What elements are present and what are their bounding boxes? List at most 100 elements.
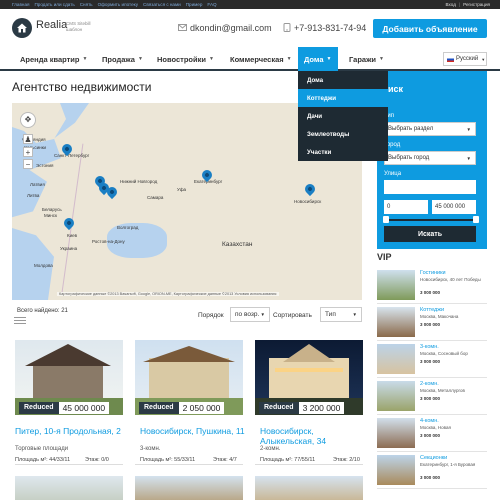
vip-item-name[interactable]: Секционки — [420, 455, 447, 461]
chevron-down-icon: ▼ — [466, 126, 471, 132]
listing-photo[interactable] — [135, 476, 243, 500]
price-slider[interactable] — [386, 219, 476, 221]
nav-item-label: Дома — [304, 54, 324, 64]
listing-photo[interactable]: Reduced 45 000 000 — [15, 340, 123, 415]
vip-thumbnail[interactable] — [377, 344, 415, 374]
logo-subtitle-line2: шаблон — [66, 27, 83, 32]
nav-item-commercial[interactable]: Коммерческая ▼ — [230, 47, 292, 71]
vip-item-name[interactable]: 2-комн. — [420, 381, 439, 387]
street-input[interactable] — [384, 180, 476, 194]
nav-item-sale[interactable]: Продажа ▼ — [102, 47, 143, 71]
map-label: Санкт-Петербург — [54, 153, 90, 158]
zoom-in-button[interactable]: + — [23, 147, 33, 157]
listing-type: 2-комн. — [260, 446, 281, 452]
vip-thumbnail[interactable] — [377, 381, 415, 411]
login-link[interactable]: Вход — [446, 1, 456, 8]
map-label: Минск — [44, 213, 57, 218]
zoom-out-button[interactable]: − — [23, 159, 33, 169]
listing-photo[interactable] — [255, 476, 363, 500]
vip-item[interactable]: 4-комн. Москва, Новая 3 000 000 — [377, 418, 487, 452]
nav-item-garages[interactable]: Гаражи ▼ — [349, 47, 384, 71]
listing-card[interactable]: Reduced 2 050 000 Новосибирск, Пушкина, 1… — [135, 340, 245, 465]
street-label: Улица — [384, 171, 402, 177]
listing-area: Площадь м²: 44/33/11 — [15, 457, 71, 463]
map-pan-icon[interactable]: ✥ — [20, 112, 36, 128]
price-from-input[interactable]: 0 — [384, 200, 428, 214]
vip-item-name[interactable]: Гостиники — [420, 270, 446, 276]
search-button[interactable]: Искать — [384, 226, 476, 242]
price-to-input[interactable]: 45 000 000 — [432, 200, 476, 214]
vip-item[interactable]: 2-комн. Москва, Металлургов 3 000 000 — [377, 381, 487, 415]
listing-card[interactable]: Reduced 3 200 000 Новосибирск, Алыкельска… — [255, 340, 363, 465]
nav-item-rent[interactable]: Аренда квартир ▼ — [20, 47, 87, 71]
chevron-down-icon: ▼ — [379, 56, 384, 62]
logo-subtitle: CMS Sitebill шаблон — [66, 21, 91, 33]
top-link-rent[interactable]: Снять — [80, 1, 93, 8]
vip-item[interactable]: 3-комн. Москва, Сосновый бор 3 000 000 — [377, 344, 487, 378]
listing-card[interactable]: Reduced 45 000 000 Питер, 10-я Продольная… — [15, 340, 123, 465]
vip-item-price: 3 000 000 — [420, 290, 441, 295]
map-pegman-icon[interactable]: ♟ — [23, 134, 33, 144]
listing-title[interactable]: Новосибирск, Пушкина, 11 — [140, 426, 248, 436]
order-value: по возр. — [235, 311, 260, 318]
vip-item-price: 3 000 000 — [420, 359, 441, 364]
vip-item[interactable]: Гостиники Новосибирск, 40 лет Победы 3 0… — [377, 270, 487, 304]
top-link-faq[interactable]: FAQ — [207, 1, 216, 8]
top-link-mortgage[interactable]: Оформить ипотеку — [98, 1, 138, 8]
listing-photo[interactable]: Reduced 2 050 000 — [135, 340, 243, 415]
vip-item-name[interactable]: Коттеджи — [420, 307, 444, 313]
vip-item-address: Москва, Сосновый бор — [420, 351, 468, 356]
map-label: Литва — [27, 193, 40, 198]
logo-house-icon[interactable] — [12, 18, 32, 38]
sort-select[interactable]: Тип ▼ — [320, 307, 362, 322]
contact-email[interactable]: dkondin@gmail.com — [190, 23, 272, 33]
top-link-home[interactable]: Главная — [12, 1, 29, 8]
vip-thumbnail[interactable] — [377, 270, 415, 300]
vip-thumbnail[interactable] — [377, 307, 415, 337]
vip-item-price: 3 000 000 — [420, 322, 441, 327]
chevron-down-icon: ▼ — [286, 56, 292, 62]
contact-phone[interactable]: +7-913-831-74-94 — [294, 23, 366, 33]
vip-thumbnail[interactable] — [377, 455, 415, 485]
page-title: Агентство недвижимости — [12, 80, 152, 94]
vip-item-name[interactable]: 4-комн. — [420, 418, 439, 424]
listing-title[interactable]: Новосибирск, Алыкельская, 34 — [260, 426, 368, 446]
nav-item-newbuild[interactable]: Новостройки ▼ — [157, 47, 214, 71]
price-slider-handle-min[interactable] — [383, 216, 389, 223]
vip-item[interactable]: Коттеджи Москва, Макочана 3 000 000 — [377, 307, 487, 341]
order-select[interactable]: по возр. ▼ — [230, 307, 270, 322]
city-select[interactable]: Выбрать город ▼ — [384, 151, 476, 165]
vip-thumbnail[interactable] — [377, 418, 415, 448]
add-listing-button[interactable]: Добавить объявление — [373, 19, 487, 38]
nav-item-houses[interactable]: Дома ▼ — [298, 47, 338, 71]
nav-item-label: Новостройки — [157, 54, 206, 64]
dropdown-item-houses[interactable]: Дома — [298, 71, 388, 89]
vip-item-address: Москва, Новая — [420, 425, 451, 430]
list-view-icon[interactable] — [14, 316, 26, 324]
top-link-example[interactable]: Пример — [186, 1, 203, 8]
chevron-down-icon: ▼ — [352, 312, 357, 317]
vip-item-name[interactable]: 3-комн. — [420, 344, 439, 350]
dropdown-item-cottages[interactable]: Коттеджи — [298, 89, 388, 107]
map-label: Молдова — [34, 263, 53, 268]
language-select[interactable]: Русский ▼ — [443, 52, 487, 66]
price-slider-handle-max[interactable] — [473, 216, 479, 223]
top-link-contact[interactable]: Связаться с нами — [143, 1, 181, 8]
dropdown-item-dachas[interactable]: Дачи — [298, 107, 388, 125]
dropdown-item-land[interactable]: Землеотводы — [298, 125, 388, 143]
listing-photo[interactable] — [15, 476, 123, 500]
chevron-down-icon: ▼ — [137, 56, 143, 62]
logo-name[interactable]: Realia — [36, 19, 67, 31]
listing-photo[interactable]: Reduced 3 200 000 — [255, 340, 363, 415]
top-link-sell[interactable]: Продать или сдать — [34, 1, 74, 8]
phone-icon — [282, 23, 291, 32]
register-link[interactable]: Регистрация — [463, 1, 490, 8]
auth-links: Вход | Регистрация — [446, 1, 490, 8]
order-label: Порядок — [198, 312, 224, 319]
type-select[interactable]: Выбрать раздел ▼ — [384, 122, 476, 136]
dropdown-item-plots[interactable]: Участки — [298, 143, 388, 161]
listing-title[interactable]: Питер, 10-я Продольная, 2 — [15, 426, 123, 436]
listing-area: Площадь м²: 77/55/11 — [260, 457, 316, 463]
vip-item[interactable]: Секционки Екатеринбург, 1-я Буровая 3 00… — [377, 455, 487, 489]
nav-item-label: Аренда квартир — [20, 54, 80, 64]
